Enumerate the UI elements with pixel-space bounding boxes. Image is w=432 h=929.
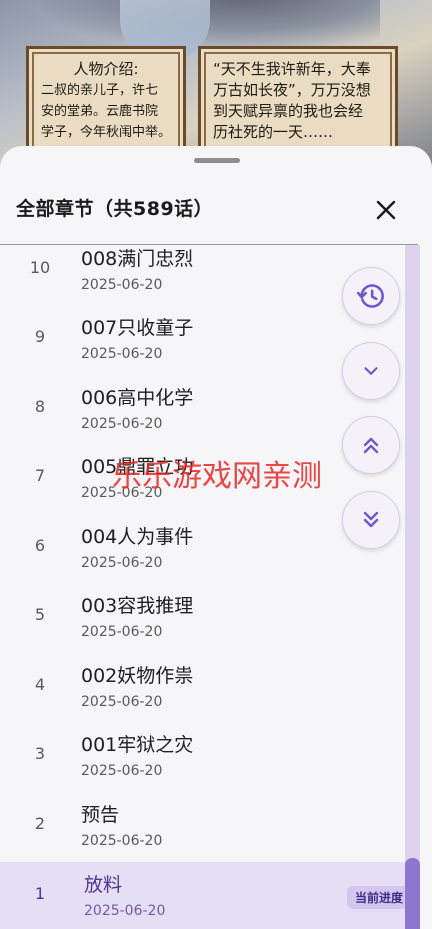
chapter-number: 1: [34, 884, 46, 903]
chapter-title: 008满门忠烈: [81, 248, 194, 270]
chapter-date: 2025-06-20: [81, 277, 163, 293]
chapter-title: 002妖物作祟: [81, 665, 194, 687]
chapter-row[interactable]: 3 001牢狱之灾 2025-06-20: [0, 722, 405, 792]
chapter-title: 003容我推理: [81, 595, 194, 617]
sheet-title: 全部章节（共589话）: [16, 198, 214, 220]
chapter-number: 9: [34, 327, 46, 346]
chapter-list: 10 008满门忠烈 2025-06-20 9 007只收童子 2025-06-…: [0, 245, 405, 929]
close-button[interactable]: [368, 192, 404, 228]
chapter-date: 2025-06-20: [81, 416, 163, 432]
chapter-date: 2025-06-20: [81, 555, 163, 571]
chapter-title: 007只收童子: [81, 317, 194, 339]
chapter-title: 放料: [84, 874, 123, 896]
character-intro-panel: 人物介绍: 二叔的亲儿子，许七 安的堂弟。云鹿书院 学子，今年秋闱中举。: [26, 46, 186, 156]
history-button[interactable]: [342, 267, 400, 325]
chapter-date: 2025-06-20: [81, 694, 163, 710]
intro-line: 学子，今年秋闱中举。: [41, 125, 172, 140]
chapter-number: 6: [34, 536, 46, 555]
chapter-date: 2025-06-20: [84, 903, 166, 919]
chapter-date: 2025-06-20: [81, 346, 163, 362]
chapter-number: 3: [34, 744, 46, 763]
chapter-number: 4: [34, 675, 46, 694]
chapter-title: 001牢狱之灾: [81, 734, 194, 756]
current-progress-badge: 当前进度: [346, 886, 405, 909]
quote-line: 万古如长夜”，万万没想: [213, 81, 371, 99]
chapter-number: 10: [29, 258, 51, 277]
chapter-date: 2025-06-20: [81, 833, 163, 849]
scroll-to-bottom-button[interactable]: [342, 491, 400, 549]
chapter-title: 006高中化学: [81, 387, 194, 409]
chapter-title: 预告: [81, 804, 120, 826]
scrollbar-track[interactable]: [405, 245, 420, 929]
chapter-number: 7: [34, 466, 46, 485]
quote-line: 历社死的一天……: [213, 123, 334, 141]
history-icon: [357, 284, 384, 308]
chapter-sheet: 全部章节（共589话） 10 008满门忠烈 2025-06-20 9 007只…: [0, 146, 432, 929]
intro-line: 二叔的亲儿子，许七: [41, 83, 159, 98]
comic-background: 人物介绍: 二叔的亲儿子，许七 安的堂弟。云鹿书院 学子，今年秋闱中举。 “天不…: [0, 0, 432, 170]
sheet-drag-handle[interactable]: [194, 158, 240, 163]
double-chevron-down-icon: [363, 511, 379, 528]
chapter-date: 2025-06-20: [81, 485, 163, 501]
double-chevron-up-icon: [363, 437, 379, 454]
quote-line: 到天赋异禀的我也会经: [213, 102, 364, 120]
scroll-down-button[interactable]: [342, 342, 400, 400]
quote-panel: “天不生我许新年，大奉 万古如长夜”，万万没想 到天赋异禀的我也会经 历社死的一…: [198, 46, 398, 156]
chapter-title: 005鼎罪立功: [81, 456, 194, 478]
chapter-title: 004人为事件: [81, 526, 194, 548]
chapter-number: 2: [34, 814, 46, 833]
chapter-date: 2025-06-20: [81, 624, 163, 640]
comic-figure: [40, 0, 380, 50]
quote-line: “天不生我许新年，大奉: [213, 60, 371, 78]
scroll-to-top-button[interactable]: [342, 416, 400, 474]
chapter-date: 2025-06-20: [81, 763, 163, 779]
intro-line: 人物介绍:: [73, 60, 139, 78]
intro-line: 安的堂弟。云鹿书院: [41, 104, 159, 119]
scrollbar-thumb[interactable]: [405, 858, 420, 929]
chapter-row[interactable]: 5 003容我推理 2025-06-20: [0, 583, 405, 653]
chapter-row-current[interactable]: 1 放料 2025-06-20 当前进度: [0, 862, 405, 929]
chapter-row[interactable]: 4 002妖物作祟 2025-06-20: [0, 653, 405, 723]
close-icon: [376, 200, 396, 220]
chevron-down-icon: [364, 367, 378, 375]
chapter-number: 8: [34, 397, 46, 416]
chapter-number: 5: [34, 605, 46, 624]
chapter-row[interactable]: 2 预告 2025-06-20: [0, 792, 405, 862]
